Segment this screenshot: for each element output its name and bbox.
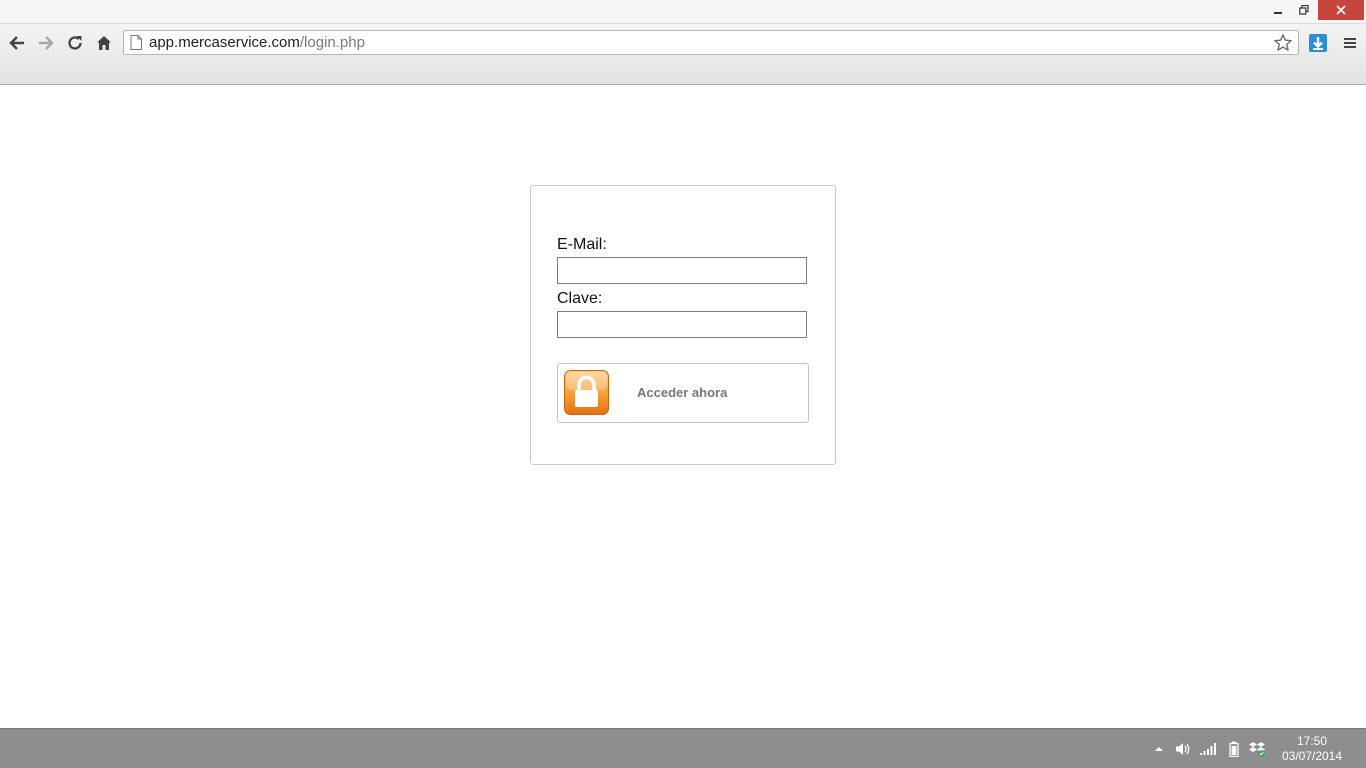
address-bar[interactable]: app.mercaservice.com/login.php	[123, 30, 1299, 55]
battery-button[interactable]	[1228, 740, 1240, 758]
page-icon	[130, 35, 142, 55]
home-icon	[97, 36, 111, 50]
url-text: app.mercaservice.com/login.php	[149, 34, 365, 51]
dropbox-button[interactable]	[1248, 740, 1266, 758]
forward-arrow-icon	[39, 36, 54, 50]
dropbox-icon	[1249, 742, 1265, 757]
star-icon	[1274, 34, 1292, 51]
browser-toolbar: app.mercaservice.com/login.php	[0, 24, 1366, 85]
volume-icon	[1176, 743, 1190, 755]
browser-window: app.mercaservice.com/login.php E-Mail: C…	[0, 0, 1366, 768]
minimize-button[interactable]	[1265, 0, 1291, 20]
lock-icon	[564, 370, 609, 415]
url-domain: app.mercaservice.com	[149, 34, 300, 51]
bookmark-star-button[interactable]	[1272, 32, 1294, 54]
email-field[interactable]	[557, 257, 807, 284]
reload-button[interactable]	[62, 30, 88, 56]
login-form: E-Mail: Clave: Acceder ahora	[530, 185, 836, 465]
network-button[interactable]	[1199, 740, 1217, 758]
clock-time: 17:50	[1296, 734, 1328, 748]
login-button[interactable]: Acceder ahora	[557, 363, 809, 423]
restore-button[interactable]	[1291, 0, 1317, 20]
close-button[interactable]	[1318, 0, 1364, 20]
close-icon	[1336, 5, 1346, 15]
show-hidden-icons-button[interactable]	[1152, 740, 1166, 758]
battery-icon	[1229, 741, 1239, 757]
clock-date: 03/07/2014	[1281, 749, 1343, 763]
email-label: E-Mail:	[557, 236, 607, 253]
system-clock[interactable]: 17:50 03/07/2014	[1274, 734, 1350, 764]
title-bar	[0, 0, 1366, 24]
chrome-menu-button[interactable]	[1337, 30, 1363, 56]
password-field[interactable]	[557, 311, 807, 338]
restore-icon	[1299, 5, 1309, 15]
back-button[interactable]	[4, 30, 30, 56]
network-signal-icon	[1200, 743, 1216, 755]
download-icon	[1309, 34, 1327, 52]
reload-icon	[68, 36, 82, 50]
volume-button[interactable]	[1174, 740, 1192, 758]
forward-button[interactable]	[33, 30, 59, 56]
menu-icon	[1344, 38, 1356, 48]
back-arrow-icon	[9, 36, 24, 50]
password-label: Clave:	[557, 290, 603, 307]
download-button[interactable]	[1305, 30, 1331, 56]
login-button-label: Acceder ahora	[637, 385, 728, 400]
home-button[interactable]	[91, 30, 117, 56]
show-hidden-icons-chevron-icon	[1155, 747, 1163, 751]
minimize-icon	[1274, 12, 1282, 14]
url-path: /login.php	[299, 34, 365, 51]
page-content: E-Mail: Clave: Acceder ahora	[0, 85, 1366, 728]
taskbar: 17:50 03/07/2014	[0, 728, 1366, 768]
